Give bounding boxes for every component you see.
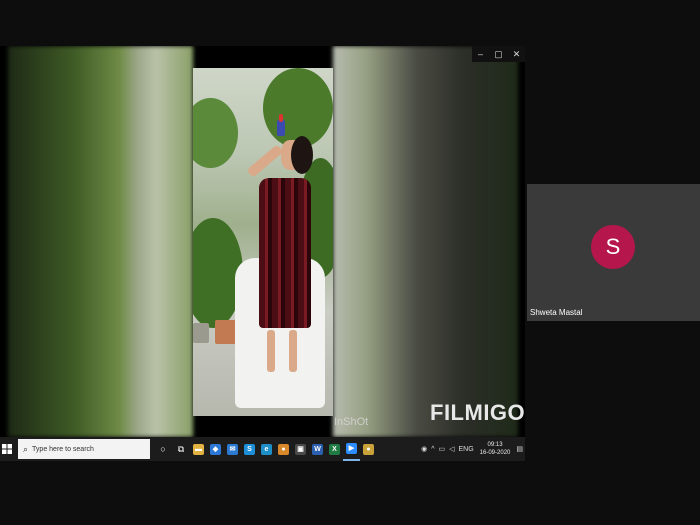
chrome-icon: ●	[278, 443, 289, 455]
video-frame	[193, 68, 333, 416]
blurred-video-background-left	[8, 46, 193, 437]
taskbar-app-word[interactable]: W	[309, 437, 326, 461]
taskbar-app-file-explorer[interactable]: ▬	[190, 437, 207, 461]
volume-icon[interactable]: ◁	[449, 445, 454, 453]
excel-icon: X	[329, 443, 340, 455]
close-button[interactable]: ✕	[508, 49, 525, 60]
search-placeholder: Type here to search	[32, 445, 94, 453]
start-button[interactable]	[0, 437, 14, 461]
inshot-watermark: InShOt	[334, 416, 369, 428]
window-controls: – ▢ ✕	[472, 46, 525, 62]
taskbar-app-skype[interactable]: S	[241, 437, 258, 461]
network-icon[interactable]: ◉	[421, 445, 427, 453]
cortana-icon: ○	[160, 444, 166, 454]
cortana-button[interactable]: ○	[154, 437, 172, 461]
chevron-up-icon[interactable]: ^	[431, 446, 434, 453]
taskbar-app-mail[interactable]: ✉	[224, 437, 241, 461]
participant-avatar: S	[591, 225, 635, 269]
file-explorer-icon: ▬	[193, 443, 204, 455]
word-icon: W	[312, 443, 323, 455]
task-view-button[interactable]: ⧉	[172, 437, 190, 461]
taskbar-app-zoom[interactable]: ▶	[343, 437, 360, 461]
pinned-apps: ▬ ◆ ✉ Se ● ▣ W X ▶ ●	[190, 437, 377, 461]
clock-date: 16-09-2020	[479, 450, 511, 456]
skype-icon: S	[244, 443, 255, 455]
task-view-icon: ⧉	[177, 443, 185, 454]
participant-name: Shweta Mastal	[530, 308, 583, 317]
minimize-button[interactable]: –	[472, 49, 489, 59]
battery-icon[interactable]: ▭	[438, 445, 445, 453]
taskbar-app-store[interactable]: ▣	[292, 437, 309, 461]
windows-logo-icon	[2, 444, 12, 454]
filmigo-watermark: FILMIGO	[430, 400, 526, 425]
search-icon: ⌕	[23, 443, 29, 454]
clock-time: 09:13	[487, 442, 503, 448]
dropbox-icon: ◆	[210, 443, 221, 455]
maximize-button[interactable]: ▢	[490, 49, 507, 60]
blurred-video-background-right	[333, 46, 518, 437]
mail-icon: ✉	[227, 443, 238, 455]
shared-screen: InShOt	[0, 46, 525, 461]
taskbar-app-chrome[interactable]: ●	[275, 437, 292, 461]
taskbar-search-box[interactable]: ⌕ Type here to search	[18, 439, 150, 459]
taskbar-app-dropbox[interactable]: ◆	[207, 437, 224, 461]
taskbar-app-chrome-2[interactable]: ●	[360, 437, 377, 461]
store-icon: ▣	[295, 443, 306, 455]
chrome-2-icon: ●	[363, 443, 374, 455]
language-indicator[interactable]: ENG	[459, 446, 474, 453]
windows-taskbar: ⌕ Type here to search ○ ⧉ ▬ ◆ ✉ Se ● ▣ W X ▶ ● ◉ …	[0, 437, 525, 461]
system-clock[interactable]: 09:13 16-09-2020	[480, 441, 511, 457]
zoom-icon: ▶	[346, 442, 357, 454]
taskbar-app-excel[interactable]: X	[326, 437, 343, 461]
edge-icon: e	[261, 443, 272, 455]
taskbar-app-edge[interactable]: e	[258, 437, 275, 461]
notifications-icon[interactable]: ▤	[516, 445, 523, 453]
